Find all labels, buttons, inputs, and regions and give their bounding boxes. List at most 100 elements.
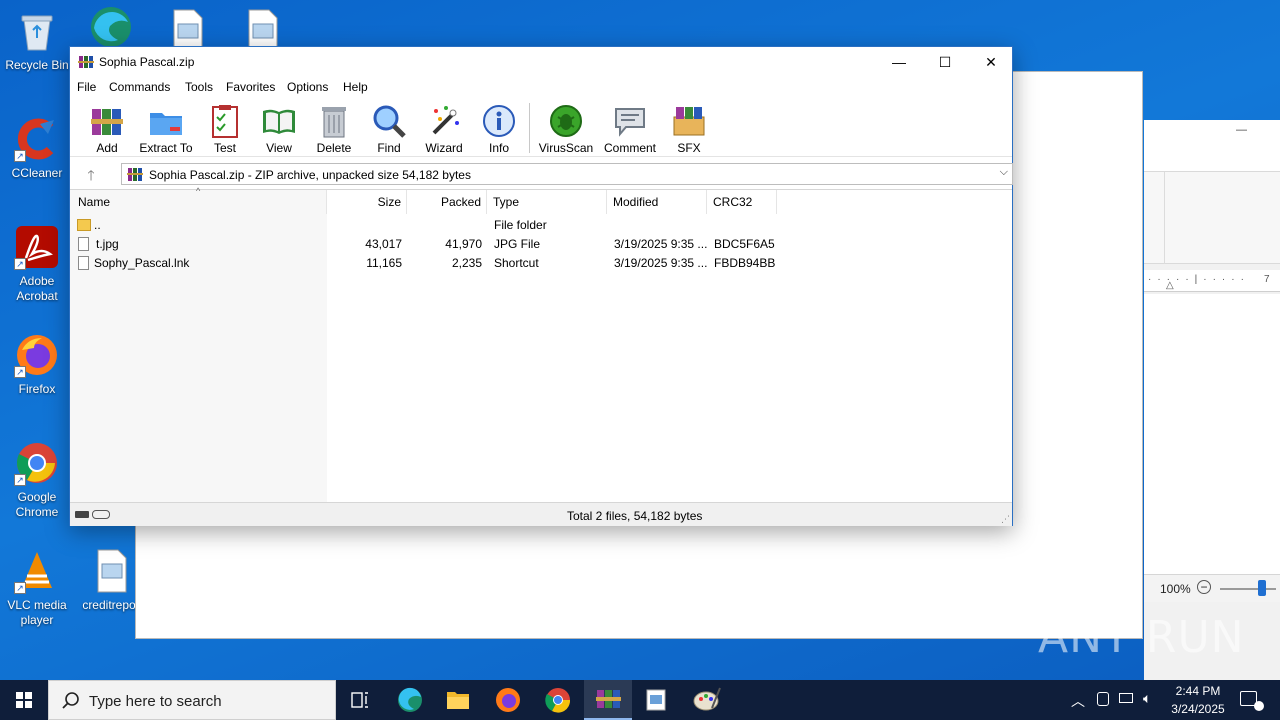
taskbar-chrome[interactable] (534, 680, 582, 720)
zoom-level[interactable]: 100% (1160, 582, 1191, 596)
desktop-icon-label: Recycle Bin (5, 58, 69, 72)
ribbon-divider (1164, 172, 1165, 264)
zoom-slider[interactable] (1220, 588, 1276, 590)
word-window-fragment[interactable]: — ·····|····· 7 △ 100% − (1144, 120, 1280, 680)
resize-grip-icon[interactable]: ⋰ (1001, 514, 1010, 525)
menu-tools[interactable]: Tools (185, 80, 213, 94)
virusscan-button[interactable]: VirusScan (536, 101, 596, 155)
menu-file[interactable]: File (77, 80, 96, 94)
chevron-up-icon[interactable]: ︿ (1071, 691, 1085, 711)
file-list[interactable]: ^ Name Size Packed Type Modified CRC32 .… (70, 186, 1012, 502)
view-book-icon (263, 109, 295, 134)
table-row[interactable]: Sophy_Pascal.lnk 11,165 2,235 Shortcut 3… (70, 254, 1012, 273)
document-page[interactable] (1144, 294, 1280, 574)
status-bar: Total 2 files, 54,182 bytes ⋰ (70, 502, 1012, 526)
paint-palette-icon (693, 687, 721, 711)
desktop-icon-firefox[interactable]: ↗ Firefox (0, 332, 74, 397)
device-icon[interactable] (1097, 692, 1109, 706)
clock-time[interactable]: 2:44 PM (1168, 684, 1228, 698)
title-bar[interactable]: Sophia Pascal.zip — ☐ ✕ (70, 47, 1012, 77)
start-button[interactable] (0, 680, 48, 720)
menu-bar: File Commands Tools Favorites Options He… (70, 77, 1012, 97)
column-header-type[interactable]: Type (487, 190, 607, 214)
file-type: Shortcut (494, 256, 539, 270)
indent-marker-icon[interactable]: △ (1166, 280, 1174, 291)
close-button[interactable]: ✕ (968, 47, 1014, 77)
menu-help[interactable]: Help (343, 80, 368, 94)
taskbar-image-viewer[interactable] (632, 680, 680, 720)
desktop-icon-recycle-bin[interactable]: Recycle Bin (0, 8, 74, 73)
menu-options[interactable]: Options (287, 80, 328, 94)
desktop-icon-vlc[interactable]: ↗ VLC media player (0, 548, 74, 628)
add-button[interactable]: Add (77, 101, 137, 155)
winrar-app-icon (596, 690, 621, 708)
wizard-button[interactable]: Wizard (414, 101, 474, 155)
shortcut-file-icon (78, 256, 89, 270)
extract-folder-icon (150, 113, 182, 135)
zoom-slider-thumb[interactable] (1258, 580, 1266, 596)
desktop-icon-google-chrome[interactable]: ↗ Google Chrome (0, 440, 74, 520)
column-header-crc32[interactable]: CRC32 (707, 190, 777, 214)
test-clipboard-icon (212, 105, 238, 138)
sfx-button[interactable]: SFX (659, 101, 719, 155)
folder-icon (77, 219, 91, 231)
status-text: Total 2 files, 54,182 bytes (567, 509, 703, 523)
desktop-icon-adobe-acrobat[interactable]: ↗ Adobe Acrobat (0, 224, 74, 304)
taskbar-paint[interactable] (682, 680, 730, 720)
delete-button[interactable]: Delete (304, 101, 364, 155)
taskbar-edge[interactable] (386, 680, 434, 720)
window-title: Sophia Pascal.zip (99, 55, 195, 69)
comment-icon (615, 108, 645, 137)
delete-label: Delete (316, 141, 352, 155)
search-icon (62, 692, 79, 709)
column-header-packed[interactable]: Packed (407, 190, 487, 214)
table-row[interactable]: .. File folder (70, 216, 1012, 235)
column-header-modified[interactable]: Modified (607, 190, 707, 214)
table-row[interactable]: t.jpg 43,017 41,970 JPG File 3/19/2025 9… (70, 235, 1012, 254)
menu-favorites[interactable]: Favorites (226, 80, 275, 94)
chevron-down-icon[interactable]: ⌵ (1000, 166, 1008, 179)
desktop-icon-ccleaner[interactable]: ↗ CCleaner (0, 116, 74, 181)
notification-count (1254, 701, 1264, 711)
find-button[interactable]: Find (359, 101, 419, 155)
zip-archive-icon (127, 168, 143, 181)
clock-date[interactable]: 3/24/2025 (1164, 702, 1232, 716)
extract-to-label: Extract To (139, 141, 193, 155)
comment-button[interactable]: Comment (600, 101, 660, 155)
desktop-icon-label: VLC media player (7, 598, 67, 627)
view-button[interactable]: View (249, 101, 309, 155)
minimize-button[interactable]: — (876, 47, 922, 77)
test-button[interactable]: Test (195, 101, 255, 155)
word-status-bar: 100% − (1144, 574, 1280, 602)
sfx-label: SFX (677, 141, 701, 155)
virus-scan-icon (550, 105, 582, 137)
file-name: t.jpg (96, 237, 119, 251)
column-header-size[interactable]: Size (327, 190, 407, 214)
maximize-button[interactable]: ☐ (922, 47, 968, 77)
column-header-name[interactable]: Name (70, 190, 327, 214)
desktop-icon-label: CCleaner (11, 166, 63, 180)
drive-icon[interactable] (75, 511, 89, 518)
info-button[interactable]: Info (469, 101, 529, 155)
network-icon[interactable] (1119, 693, 1133, 703)
search-placeholder: Type here to search (89, 693, 222, 710)
path-combobox[interactable]: Sophia Pascal.zip - ZIP archive, unpacke… (121, 163, 1013, 185)
taskbar-firefox[interactable] (484, 680, 532, 720)
minimize-button[interactable]: — (1236, 124, 1247, 136)
menu-commands[interactable]: Commands (109, 80, 170, 94)
edge-icon (88, 4, 134, 50)
toolbar-separator (529, 103, 530, 153)
winrar-window[interactable]: Sophia Pascal.zip — ☐ ✕ File Commands To… (69, 46, 1013, 526)
volume-icon[interactable]: 🔈︎ (1143, 690, 1151, 707)
winrar-app-icon (78, 56, 94, 68)
taskbar-winrar[interactable] (584, 680, 632, 720)
taskbar-search-box[interactable]: Type here to search (48, 680, 336, 720)
zoom-out-button[interactable]: − (1197, 580, 1211, 594)
taskbar-file-explorer[interactable] (434, 680, 482, 720)
task-view-button[interactable] (336, 680, 384, 720)
key-icon[interactable] (92, 510, 110, 519)
file-modified: 3/19/2025 9:35 ... (614, 237, 708, 251)
extract-to-button[interactable]: Extract To (136, 101, 196, 155)
up-arrow-icon[interactable]: 🡑 (80, 165, 102, 183)
edge-icon (398, 687, 422, 712)
